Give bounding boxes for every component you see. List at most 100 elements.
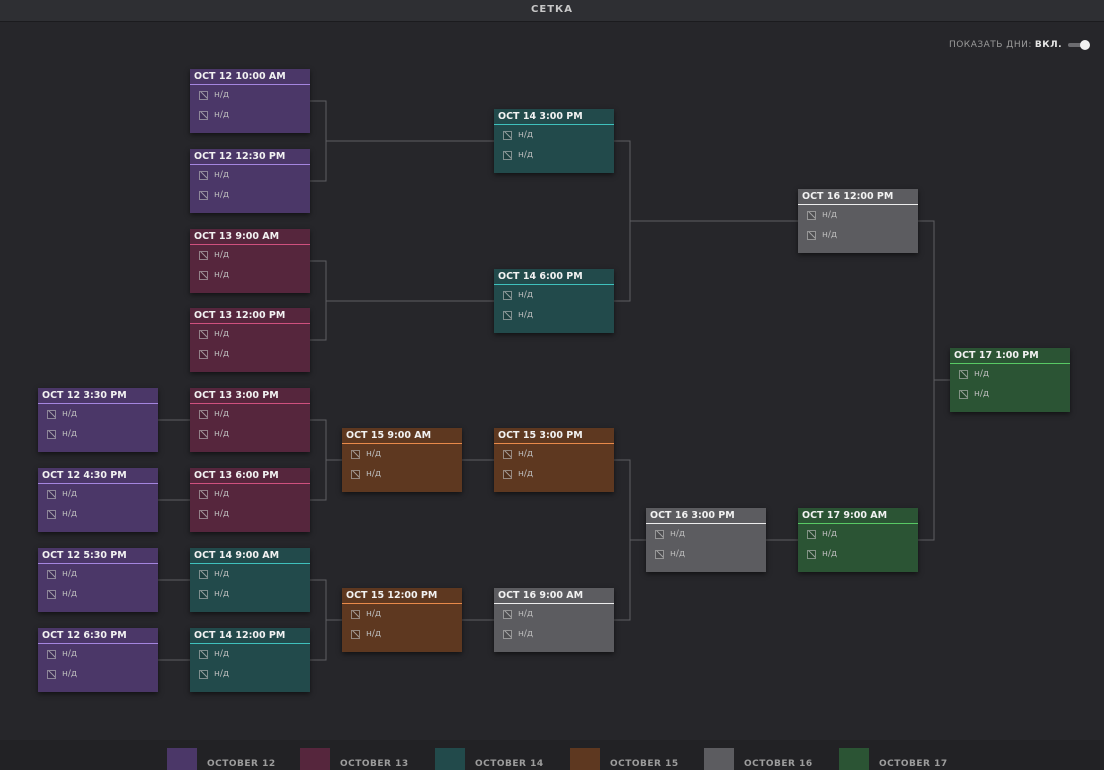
team-slot[interactable]: н/д	[190, 584, 310, 604]
match-card[interactable]: OCT 15 12:00 PM н/д н/д	[342, 588, 462, 652]
team-slot[interactable]: н/д	[798, 524, 918, 544]
match-card[interactable]: OCT 16 12:00 PM н/д н/д	[798, 189, 918, 253]
team-slot[interactable]: н/д	[494, 604, 614, 624]
team-slot[interactable]: н/д	[38, 424, 158, 444]
team-slot[interactable]: н/д	[494, 464, 614, 484]
match-card[interactable]: OCT 13 9:00 AM н/д н/д	[190, 229, 310, 293]
team-name: н/д	[518, 609, 534, 619]
team-slot[interactable]: н/д	[190, 85, 310, 105]
team-slot[interactable]: н/д	[494, 305, 614, 325]
match-card[interactable]: OCT 16 9:00 AM н/д н/д	[494, 588, 614, 652]
match-card[interactable]: OCT 17 1:00 PM н/д н/д	[950, 348, 1070, 412]
team-slot[interactable]: н/д	[190, 484, 310, 504]
team-name: н/д	[214, 429, 230, 439]
match-card[interactable]: OCT 12 5:30 PM н/д н/д	[38, 548, 158, 612]
match-time: OCT 14 6:00 PM	[494, 269, 614, 285]
team-slot[interactable]: н/д	[494, 125, 614, 145]
match-card[interactable]: OCT 12 3:30 PM н/д н/д	[38, 388, 158, 452]
team-slot[interactable]: н/д	[190, 564, 310, 584]
team-logo-placeholder-icon	[503, 629, 512, 639]
match-time: OCT 14 12:00 PM	[190, 628, 310, 644]
team-logo-placeholder-icon	[199, 170, 208, 180]
team-slot[interactable]: н/д	[38, 484, 158, 504]
team-slot[interactable]: н/д	[190, 105, 310, 125]
match-card[interactable]: OCT 13 3:00 PM н/д н/д	[190, 388, 310, 452]
team-slot[interactable]: н/д	[190, 324, 310, 344]
team-slot[interactable]: н/д	[38, 564, 158, 584]
match-card[interactable]: OCT 14 3:00 PM н/д н/д	[494, 109, 614, 173]
team-logo-placeholder-icon	[503, 469, 512, 479]
team-slot[interactable]: н/д	[190, 644, 310, 664]
team-logo-placeholder-icon	[199, 250, 208, 260]
team-slot[interactable]: н/д	[38, 584, 158, 604]
team-slot[interactable]: н/д	[190, 424, 310, 444]
team-slot[interactable]: н/д	[342, 624, 462, 644]
team-slot[interactable]: н/д	[950, 364, 1070, 384]
team-name: н/д	[822, 210, 838, 220]
legend-swatch	[300, 748, 330, 770]
team-slot[interactable]: н/д	[190, 664, 310, 684]
team-name: н/д	[214, 270, 230, 280]
match-card[interactable]: OCT 12 12:30 PM н/д н/д	[190, 149, 310, 213]
match-card[interactable]: OCT 15 3:00 PM н/д н/д	[494, 428, 614, 492]
match-card[interactable]: OCT 14 6:00 PM н/д н/д	[494, 269, 614, 333]
match-card[interactable]: OCT 14 12:00 PM н/д н/д	[190, 628, 310, 692]
team-slot[interactable]: н/д	[190, 185, 310, 205]
team-slot[interactable]: н/д	[342, 444, 462, 464]
match-card[interactable]: OCT 13 6:00 PM н/д н/д	[190, 468, 310, 532]
team-logo-placeholder-icon	[351, 609, 360, 619]
team-slot[interactable]: н/д	[646, 524, 766, 544]
team-logo-placeholder-icon	[199, 489, 208, 499]
team-name: н/д	[214, 349, 230, 359]
team-name: н/д	[62, 409, 78, 419]
match-card[interactable]: OCT 12 6:30 PM н/д н/д	[38, 628, 158, 692]
team-slot[interactable]: н/д	[38, 404, 158, 424]
team-slot[interactable]: н/д	[494, 444, 614, 464]
team-slot[interactable]: н/д	[646, 544, 766, 564]
team-slot[interactable]: н/д	[798, 544, 918, 564]
team-name: н/д	[214, 589, 230, 599]
team-name: н/д	[62, 429, 78, 439]
team-slot[interactable]: н/д	[494, 624, 614, 644]
match-card[interactable]: OCT 15 9:00 AM н/д н/д	[342, 428, 462, 492]
team-slot[interactable]: н/д	[494, 285, 614, 305]
legend-label: OCTOBER 15	[610, 759, 679, 769]
team-slot[interactable]: н/д	[190, 245, 310, 265]
team-logo-placeholder-icon	[199, 90, 208, 100]
team-slot[interactable]: н/д	[190, 504, 310, 524]
team-name: н/д	[214, 649, 230, 659]
team-slot[interactable]: н/д	[342, 604, 462, 624]
team-name: н/д	[366, 469, 382, 479]
legend-swatch	[167, 748, 197, 770]
team-name: н/д	[62, 669, 78, 679]
team-slot[interactable]: н/д	[798, 225, 918, 245]
team-name: н/д	[214, 190, 230, 200]
team-slot[interactable]: н/д	[190, 265, 310, 285]
match-card[interactable]: OCT 13 12:00 PM н/д н/д	[190, 308, 310, 372]
team-slot[interactable]: н/д	[190, 404, 310, 424]
team-slot[interactable]: н/д	[190, 344, 310, 364]
team-name: н/д	[670, 529, 686, 539]
team-slot[interactable]: н/д	[190, 165, 310, 185]
team-slot[interactable]: н/д	[38, 504, 158, 524]
match-card[interactable]: OCT 16 3:00 PM н/д н/д	[646, 508, 766, 572]
match-card[interactable]: OCT 17 9:00 AM н/д н/д	[798, 508, 918, 572]
team-logo-placeholder-icon	[959, 369, 968, 379]
match-card[interactable]: OCT 12 4:30 PM н/д н/д	[38, 468, 158, 532]
team-slot[interactable]: н/д	[38, 664, 158, 684]
team-slot[interactable]: н/д	[950, 384, 1070, 404]
team-slot[interactable]: н/д	[494, 145, 614, 165]
team-name: н/д	[214, 409, 230, 419]
team-name: н/д	[974, 369, 990, 379]
team-logo-placeholder-icon	[351, 629, 360, 639]
team-slot[interactable]: н/д	[342, 464, 462, 484]
team-name: н/д	[518, 449, 534, 459]
match-card[interactable]: OCT 12 10:00 AM н/д н/д	[190, 69, 310, 133]
match-time: OCT 14 9:00 AM	[190, 548, 310, 564]
bracket-line	[310, 100, 327, 182]
team-logo-placeholder-icon	[959, 389, 968, 399]
match-card[interactable]: OCT 14 9:00 AM н/д н/д	[190, 548, 310, 612]
team-slot[interactable]: н/д	[38, 644, 158, 664]
team-slot[interactable]: н/д	[798, 205, 918, 225]
bracket-line	[614, 140, 631, 302]
